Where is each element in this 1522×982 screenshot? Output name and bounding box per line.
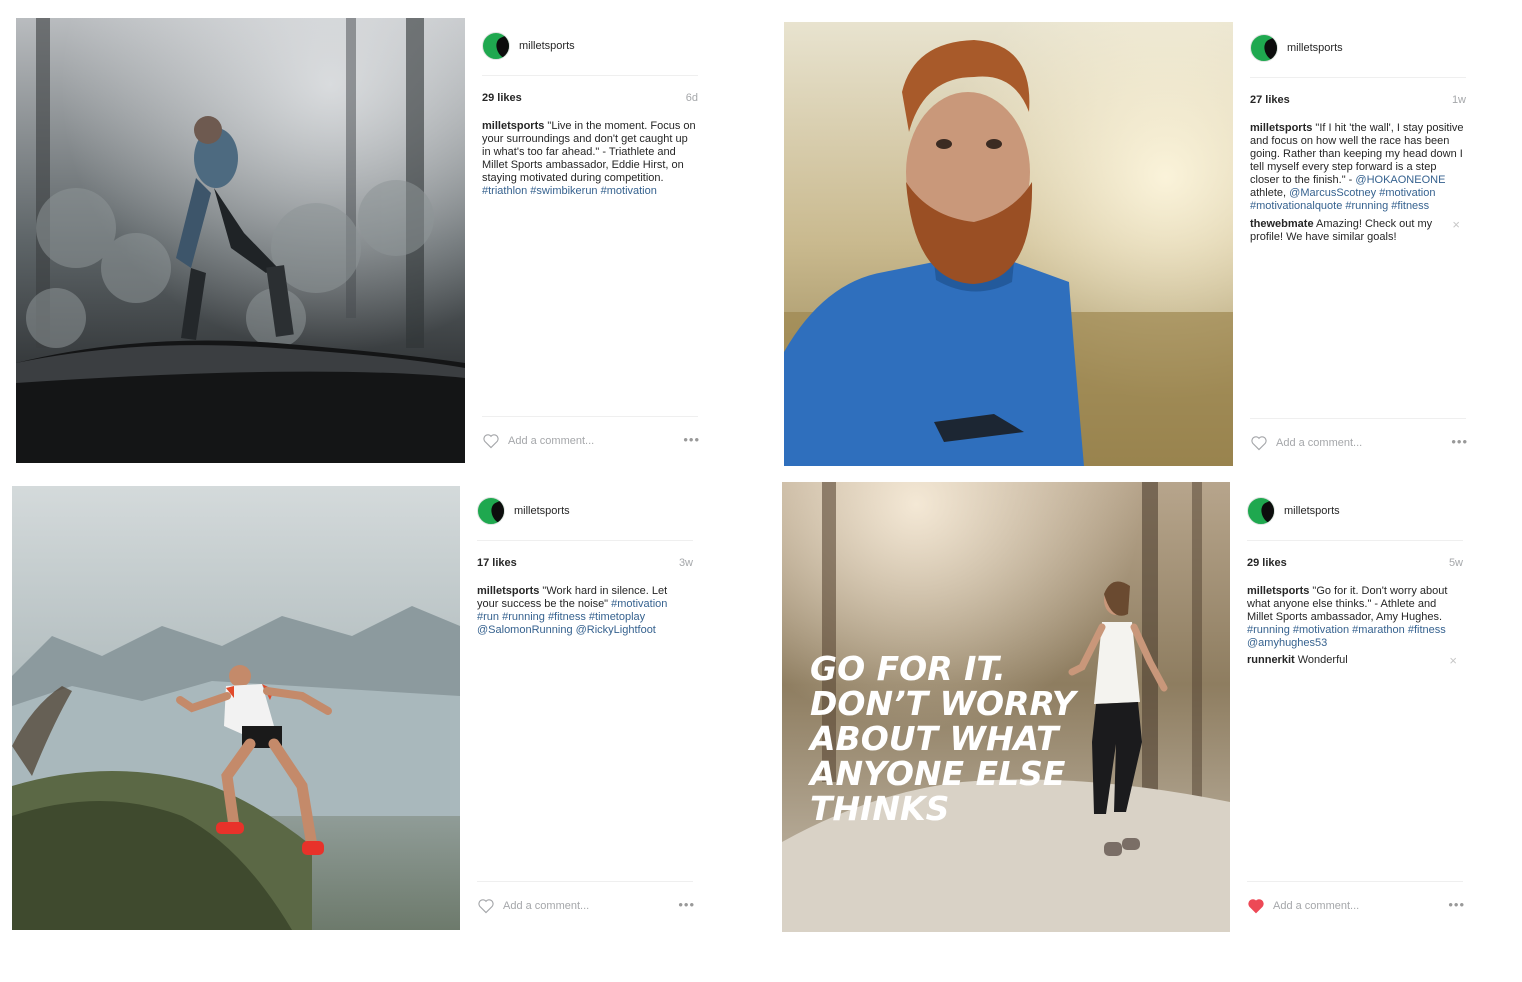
heart-icon[interactable] <box>482 433 500 449</box>
add-comment-input[interactable]: Add a comment... <box>1276 437 1362 449</box>
comment-username[interactable]: thewebmate <box>1250 218 1314 230</box>
caption-hashtags[interactable]: #triathlon #swimbikerun #motivation <box>482 185 657 197</box>
overlay-line-2: DON’T WORRY <box>810 684 1079 723</box>
footer-divider <box>1247 881 1463 882</box>
post-caption: milletsports "Work hard in silence. Let … <box>477 585 691 637</box>
caption-hashtags[interactable]: #running #motivation #marathon #fitness … <box>1247 624 1446 649</box>
caption-username[interactable]: milletsports <box>1250 122 1312 134</box>
more-options-icon[interactable]: ••• <box>683 432 700 447</box>
overlay-line-1: GO FOR IT. <box>810 649 1006 688</box>
post-1-panel: milletsports 29 likes 6d milletsports "L… <box>482 32 700 452</box>
post-1-footer: Add a comment... ••• <box>482 432 700 453</box>
add-comment-input[interactable]: Add a comment... <box>1273 900 1359 912</box>
mountain-runner-photo <box>12 486 460 930</box>
post-3-panel: milletsports 17 likes 3w milletsports "W… <box>477 497 695 917</box>
caption-username[interactable]: milletsports <box>1247 585 1309 597</box>
forest-runner-photo <box>16 18 465 463</box>
post-caption: milletsports "Go for it. Don't worry abo… <box>1247 585 1461 650</box>
likes-count[interactable]: 17 likes <box>477 557 517 569</box>
likes-count[interactable]: 29 likes <box>1247 557 1287 569</box>
more-options-icon[interactable]: ••• <box>1448 897 1465 912</box>
profile-avatar[interactable] <box>477 497 505 525</box>
post-caption: milletsports "Live in the moment. Focus … <box>482 120 696 198</box>
overlay-line-4: ANYONE ELSE <box>807 754 1066 793</box>
comment-username[interactable]: runnerkit <box>1247 654 1295 666</box>
header-divider <box>477 540 693 541</box>
post-2-panel: milletsports 27 likes 1w milletsports "I… <box>1250 34 1468 454</box>
post-4-footer: Add a comment... ••• <box>1247 897 1465 918</box>
caption-username[interactable]: milletsports <box>482 120 544 132</box>
post-2-image[interactable] <box>784 22 1233 466</box>
comment-text: Wonderful <box>1297 654 1348 666</box>
post-timestamp: 5w <box>1448 557 1463 569</box>
add-comment-input[interactable]: Add a comment... <box>508 435 594 447</box>
overlay-line-5: THINKS <box>810 789 949 828</box>
likes-count[interactable]: 27 likes <box>1250 94 1290 106</box>
post-username[interactable]: milletsports <box>514 505 570 517</box>
likes-count[interactable]: 29 likes <box>482 92 522 104</box>
caption-text-athlete: athlete, <box>1250 187 1287 199</box>
post-username[interactable]: milletsports <box>519 40 575 52</box>
post-1-image[interactable] <box>16 18 465 463</box>
delete-comment-icon[interactable]: × <box>1449 654 1457 667</box>
header-divider <box>1250 77 1466 78</box>
post-4-panel: milletsports 29 likes 5w milletsports "G… <box>1247 497 1465 917</box>
post-4-image[interactable]: GO FOR IT. DON’T WORRY ABOUT WHAT ANYONE… <box>782 482 1230 932</box>
bearded-runner-photo <box>784 22 1233 466</box>
heart-liked-icon[interactable] <box>1247 898 1265 914</box>
post-timestamp: 3w <box>678 557 693 569</box>
post-username[interactable]: milletsports <box>1284 505 1340 517</box>
overlay-line-3: ABOUT WHAT <box>807 719 1061 758</box>
comment-runnerkit: runnerkit Wonderful × <box>1247 654 1457 667</box>
add-comment-input[interactable]: Add a comment... <box>503 900 589 912</box>
caption-username[interactable]: milletsports <box>477 585 539 597</box>
footer-divider <box>482 416 698 417</box>
post-username[interactable]: milletsports <box>1287 42 1343 54</box>
profile-avatar[interactable] <box>1247 497 1275 525</box>
post-3-footer: Add a comment... ••• <box>477 897 695 918</box>
post-2-footer: Add a comment... ••• <box>1250 434 1468 455</box>
post-3-header: milletsports <box>477 497 695 527</box>
post-caption: milletsports "If I hit 'the wall', I sta… <box>1250 122 1466 213</box>
heart-icon[interactable] <box>1250 435 1268 451</box>
footer-divider <box>1250 418 1466 419</box>
profile-avatar[interactable] <box>482 32 510 60</box>
delete-comment-icon[interactable]: × <box>1452 218 1460 231</box>
post-timestamp: 1w <box>1451 94 1466 106</box>
caption-mention-hoka[interactable]: @HOKAONEONE <box>1355 174 1445 186</box>
header-divider <box>1247 540 1463 541</box>
post-1-header: milletsports <box>482 32 700 62</box>
post-timestamp: 6d <box>685 92 698 104</box>
post-3-image[interactable] <box>12 486 460 930</box>
heart-icon[interactable] <box>477 898 495 914</box>
caption-mention-marcus[interactable]: @MarcusScotney <box>1289 187 1376 199</box>
footer-divider <box>477 881 693 882</box>
header-divider <box>482 75 698 76</box>
post-2-header: milletsports <box>1250 34 1468 64</box>
female-runner-photo: GO FOR IT. DON’T WORRY ABOUT WHAT ANYONE… <box>782 482 1230 932</box>
more-options-icon[interactable]: ••• <box>678 897 695 912</box>
more-options-icon[interactable]: ••• <box>1451 434 1468 449</box>
profile-avatar[interactable] <box>1250 34 1278 62</box>
comment-thewebmate: thewebmate Amazing! Check out my profile… <box>1250 218 1460 244</box>
post-4-header: milletsports <box>1247 497 1465 527</box>
